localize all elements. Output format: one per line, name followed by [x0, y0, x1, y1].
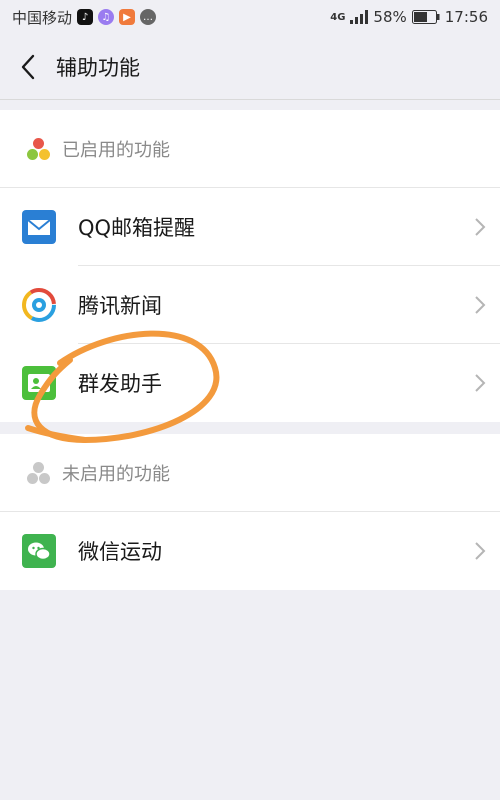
disabled-section: 未启用的功能 微信运动 [0, 434, 500, 590]
list-item-wechat-sport[interactable]: 微信运动 [0, 512, 500, 590]
status-bar-right: 4G 58% 17:56 [330, 8, 488, 26]
network-label: 4G [330, 11, 346, 23]
list-item-qq-mail[interactable]: QQ邮箱提醒 [0, 188, 500, 266]
chevron-right-icon [460, 295, 500, 315]
status-bar-left: 中国移动 ♪ ♫ ▶ … [12, 7, 157, 28]
video-icon: ▶ [119, 9, 136, 25]
clock: 17:56 [444, 8, 488, 26]
signal-icon [350, 10, 369, 24]
list-item-mass-send[interactable]: 群发助手 [0, 344, 500, 422]
disabled-cluster-icon [26, 460, 52, 486]
enabled-section: 已启用的功能 QQ邮箱提醒 腾讯新闻 群发助手 [0, 110, 500, 422]
disabled-section-title: 未启用的功能 [62, 463, 170, 485]
mail-icon [22, 210, 56, 244]
chevron-right-icon [460, 373, 500, 393]
back-button[interactable] [0, 34, 56, 100]
chevron-right-icon [460, 541, 500, 561]
message-icon: … [140, 9, 157, 25]
chevron-right-icon [460, 217, 500, 237]
list-item-label: 腾讯新闻 [78, 294, 162, 318]
battery-icon [411, 10, 440, 24]
list-item-tencent-news[interactable]: 腾讯新闻 [0, 266, 500, 344]
wechat-sport-icon [22, 534, 56, 568]
chevron-left-icon [21, 54, 35, 79]
enabled-cluster-icon [26, 136, 52, 162]
list-item-label: 群发助手 [78, 372, 162, 396]
tiktok-icon: ♪ [77, 9, 94, 25]
list-item-label: 微信运动 [78, 540, 162, 564]
enabled-section-title: 已启用的功能 [62, 139, 170, 161]
enabled-section-header: 已启用的功能 [0, 110, 500, 188]
carrier-label: 中国移动 [12, 8, 73, 27]
page-title: 辅助功能 [56, 55, 140, 80]
disabled-section-header: 未启用的功能 [0, 434, 500, 512]
music-icon: ♫ [98, 9, 115, 25]
nav-bar: 辅助功能 [0, 34, 500, 100]
status-bar: 中国移动 ♪ ♫ ▶ … 4G 58% 17:56 [0, 0, 500, 34]
battery-percent: 58% [373, 8, 407, 26]
tencent-news-icon [22, 288, 56, 322]
list-item-label: QQ邮箱提醒 [78, 216, 196, 240]
mass-send-icon [22, 366, 56, 400]
